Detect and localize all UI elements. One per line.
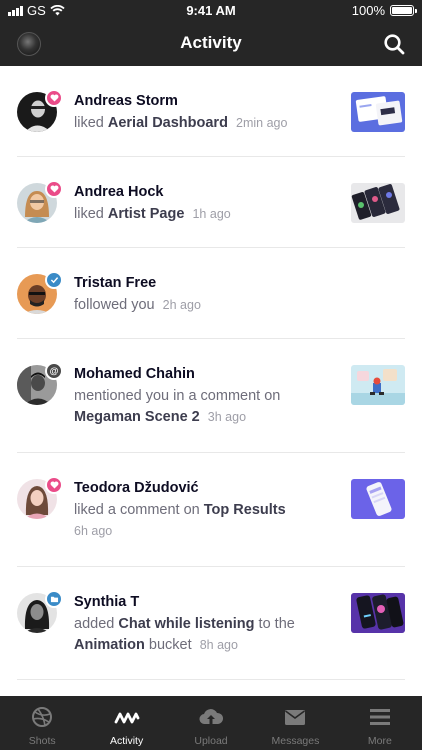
- user-name[interactable]: Andreas Storm: [74, 91, 336, 113]
- top-bar: GS 9:41 AM 100% Activity: [0, 0, 422, 66]
- user-name[interactable]: Teodora Džudović: [74, 478, 336, 500]
- timestamp: 8h ago: [199, 638, 238, 652]
- heart-icon: [45, 89, 63, 107]
- list-item[interactable]: Synthia T added Chat while listening to …: [17, 567, 405, 680]
- tab-label: Activity: [109, 735, 144, 747]
- timestamp: 1h ago: [192, 206, 231, 221]
- shot-thumbnail[interactable]: [351, 365, 405, 405]
- timestamp: 6h ago: [74, 524, 113, 538]
- cloud-upload-icon: [199, 709, 224, 725]
- activity-text: Teodora Džudović liked a comment on Top …: [74, 478, 336, 543]
- search-icon[interactable]: [383, 33, 405, 55]
- menu-icon: [369, 709, 390, 725]
- activity-text: Tristan Free followed you 2h ago: [74, 273, 336, 316]
- tab-bar: Shots Activity Upload Messages More: [0, 696, 422, 750]
- shot-link[interactable]: Aerial Dashboard: [108, 115, 228, 131]
- timestamp: 3h ago: [207, 410, 247, 424]
- bucket-link[interactable]: Animation: [74, 637, 145, 653]
- list-item[interactable]: Andreas Storm liked Aerial Dashboard 2mi…: [17, 66, 405, 157]
- envelope-icon: [285, 710, 306, 725]
- tab-more[interactable]: More: [338, 696, 422, 750]
- user-name[interactable]: Mohamed Chahin: [74, 364, 336, 386]
- dribbble-ball-icon: [32, 707, 53, 727]
- timestamp: 2min ago: [236, 115, 288, 130]
- user-name[interactable]: Andrea Hock: [74, 182, 336, 204]
- tab-activity[interactable]: Activity: [84, 696, 168, 750]
- shot-thumbnail[interactable]: [351, 479, 405, 519]
- shot-link[interactable]: Chat while listening: [118, 616, 254, 632]
- check-icon: [45, 271, 63, 289]
- activity-text: Mohamed Chahin mentioned you in a commen…: [74, 364, 336, 429]
- tab-upload[interactable]: Upload: [169, 696, 253, 750]
- activity-text: Andreas Storm liked Aerial Dashboard 2mi…: [74, 91, 336, 134]
- battery-label: 100%: [351, 3, 385, 18]
- tab-messages[interactable]: Messages: [253, 696, 337, 750]
- battery-icon: [390, 5, 417, 16]
- tab-shots[interactable]: Shots: [0, 696, 84, 750]
- at-mention-icon: @: [45, 362, 63, 380]
- status-bar: GS 9:41 AM 100%: [0, 0, 422, 22]
- shot-thumbnail[interactable]: [351, 183, 405, 223]
- activity-text: Andrea Hock liked Artist Page 1h ago: [74, 182, 336, 225]
- shot-thumbnail[interactable]: [351, 593, 405, 633]
- bucket-icon: [45, 590, 63, 608]
- shot-link[interactable]: Megaman Scene 2: [74, 409, 200, 425]
- shot-thumbnail[interactable]: [351, 92, 405, 132]
- activity-text: Synthia T added Chat while listening to …: [74, 592, 336, 657]
- page-title: Activity: [180, 33, 242, 52]
- shot-link[interactable]: Top Results: [204, 502, 286, 518]
- timestamp: 2h ago: [162, 297, 201, 312]
- status-right: 100%: [351, 3, 417, 18]
- tab-label: Shots: [28, 735, 56, 747]
- list-item[interactable]: Andrea Hock liked Artist Page 1h ago: [17, 157, 405, 248]
- heart-icon: [45, 476, 63, 494]
- nav-bar: Activity: [0, 22, 422, 66]
- user-name[interactable]: Tristan Free: [74, 273, 336, 295]
- list-item[interactable]: Tristan Free followed you 2h ago: [17, 248, 405, 339]
- heart-icon: [45, 180, 63, 198]
- shot-link[interactable]: Artist Page: [108, 206, 185, 222]
- activity-feed: Andreas Storm liked Aerial Dashboard 2mi…: [0, 66, 422, 696]
- list-item[interactable]: Teodora Džudović liked a comment on Top …: [17, 453, 405, 567]
- user-name[interactable]: Synthia T: [74, 592, 336, 614]
- list-item[interactable]: @ Mohamed Chahin mentioned you in a comm…: [17, 339, 405, 453]
- tab-label: More: [367, 735, 392, 747]
- tab-label: Upload: [194, 735, 228, 747]
- activity-pulse-icon: [114, 712, 140, 724]
- tab-label: Messages: [271, 735, 320, 747]
